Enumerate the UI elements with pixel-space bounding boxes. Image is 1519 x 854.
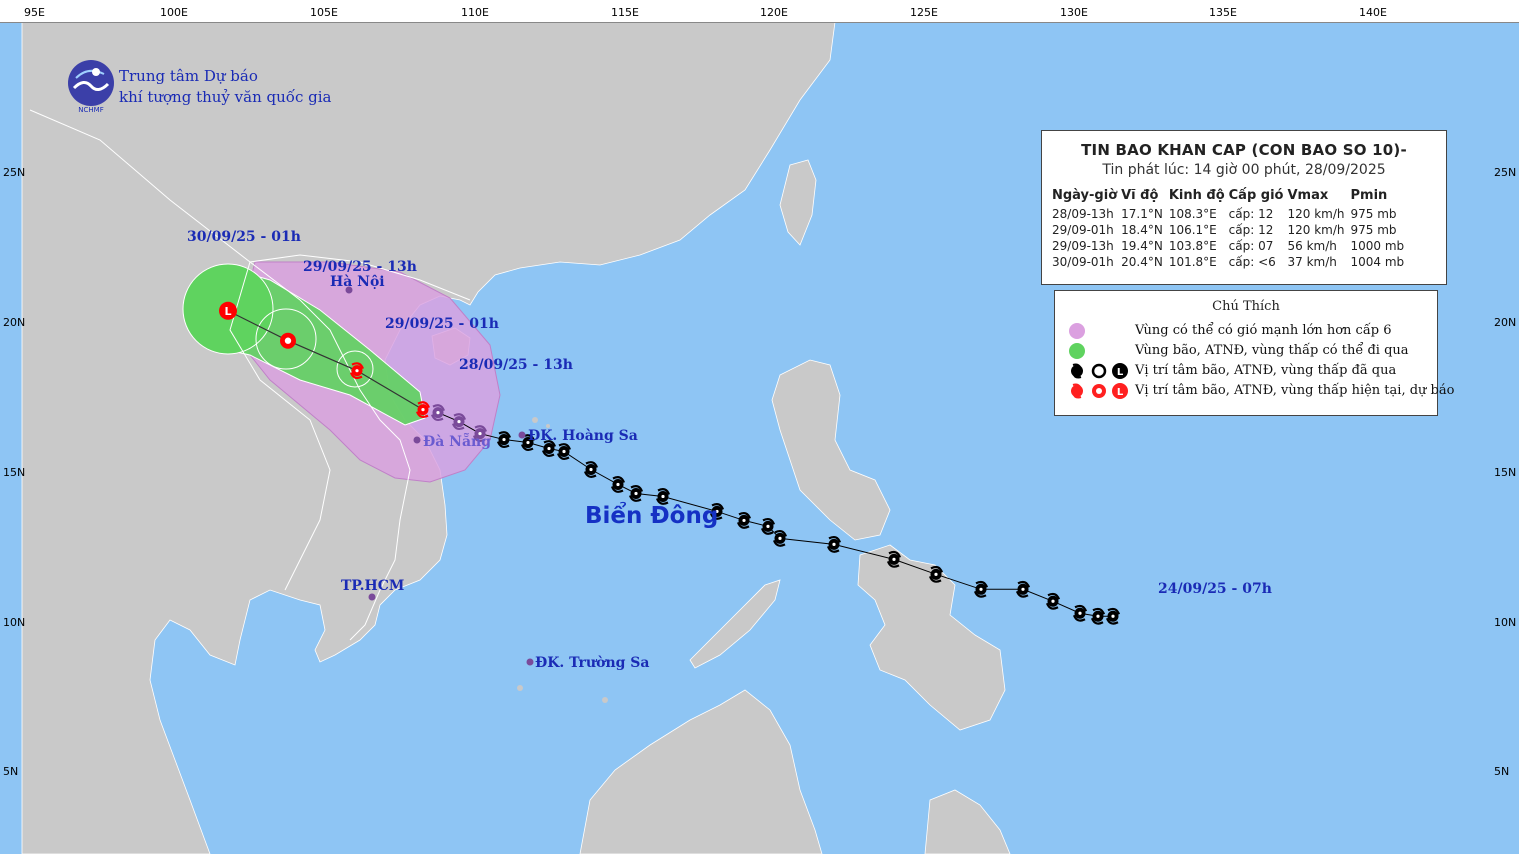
lon-label: 105E [310, 6, 338, 19]
cell: 101.8°E [1168, 255, 1217, 269]
agency-line-2: khí tượng thuỷ văn quốc gia [119, 88, 332, 106]
legend-item-label: Vùng có thể có gió mạnh lớn hơn cấp 6 [1135, 323, 1392, 338]
cell: 108.3°E [1168, 207, 1217, 221]
lon-label: 115E [611, 6, 639, 19]
cell: 29/09-13h [1052, 239, 1114, 253]
legend-title: Chú Thích [1212, 299, 1280, 314]
time-label-24-07h: 24/09/25 - 07h [1158, 581, 1272, 597]
cell: 1004 mb [1350, 255, 1405, 269]
bulletin-box: TIN BAO KHAN CAP (CON BAO SO 10)- Tin ph… [1041, 130, 1447, 285]
lon-label: 140E [1359, 6, 1387, 19]
cell: 18.4°N [1121, 223, 1163, 237]
legend-item-storm-zone: Vùng bão, ATNĐ, vùng thấp có thể đi qua [1055, 341, 1439, 361]
cell: 28/09-13h [1052, 207, 1114, 221]
cell: 30/09-01h [1052, 255, 1114, 269]
legend-item-wind-zone: Vùng có thể có gió mạnh lớn hơn cấp 6 [1055, 321, 1439, 341]
place-ha-noi: Hà Nội [330, 274, 385, 290]
place-hcm: TP.HCM [341, 578, 405, 594]
bulletin-header-row: Ngày-giờ Vĩ độ Kinh độ Cấp gió Vmax Pmin [1052, 188, 1410, 206]
past-storm-symbols-icon: L [1071, 363, 1128, 379]
lon-label: 130E [1060, 6, 1088, 19]
time-label-28-13h: 28/09/25 - 13h [459, 357, 573, 373]
cell: 1000 mb [1350, 239, 1405, 253]
header-cell: Ngày-giờ [1052, 188, 1118, 203]
time-label-29-13h: 29/09/25 - 13h [303, 259, 417, 275]
header-cell: Kinh độ [1168, 188, 1225, 203]
header-cell: Pmin [1350, 188, 1388, 203]
lat-label: 15N [3, 466, 26, 479]
header-cell: Cấp gió [1228, 188, 1284, 203]
table-row: 28/09-13h 17.1°N 108.3°E cấp: 12 120 km/… [1052, 206, 1410, 222]
truong-sa-dot [526, 658, 534, 666]
lon-label: 120E [760, 6, 788, 19]
legend-item-label: Vùng bão, ATNĐ, vùng thấp có thể đi qua [1135, 343, 1409, 358]
pink-circle-icon [1069, 323, 1085, 339]
cell: 975 mb [1350, 223, 1397, 237]
lon-label: 125E [910, 6, 938, 19]
cell: 19.4°N [1121, 239, 1163, 253]
hcm-dot [368, 593, 376, 601]
cell: 120 km/h [1287, 223, 1345, 237]
lat-label: 25N [3, 166, 26, 179]
svg-text:L: L [1117, 367, 1124, 378]
cell: cấp: 07 [1228, 239, 1274, 253]
cell: 20.4°N [1121, 255, 1163, 269]
header-cell: Vmax [1287, 188, 1329, 203]
cell: cấp: <6 [1228, 255, 1276, 269]
lat-label: 10N [3, 616, 26, 629]
green-circle-icon [1069, 343, 1085, 359]
lat-label: 10N [1494, 616, 1517, 629]
lat-label: 20N [1494, 316, 1517, 329]
sea-label: Biển Đông [585, 503, 719, 529]
logo-text: NCHMF [78, 106, 103, 114]
agency-name: Trung tâm Dự báo khí tượng thuỷ văn quốc… [119, 66, 331, 108]
forecast-depression-center [284, 337, 292, 344]
lon-label: 110E [461, 6, 489, 19]
place-da-nang: Đà Nẵng [423, 434, 492, 450]
place-hoang-sa: ĐK. Hoàng Sa [528, 428, 638, 444]
svg-text:L: L [1117, 387, 1124, 398]
cell: 29/09-01h [1052, 223, 1114, 237]
lon-label: 135E [1209, 6, 1237, 19]
nchmf-logo: NCHMF [68, 60, 114, 114]
cell: 17.1°N [1121, 207, 1163, 221]
cell: 37 km/h [1287, 255, 1337, 269]
bulletin-issued: Tin phát lúc: 14 giờ 00 phút, 28/09/2025 [1102, 162, 1386, 178]
header-cell: Vĩ độ [1121, 188, 1159, 203]
lat-label: 5N [3, 765, 19, 778]
cell: cấp: 12 [1228, 207, 1274, 221]
storm-track-map: L [0, 0, 1519, 854]
lat-label: 25N [1494, 166, 1517, 179]
table-row: 29/09-01h 18.4°N 106.1°E cấp: 12 120 km/… [1052, 222, 1410, 238]
legend-item-label: Vị trí tâm bão, ATNĐ, vùng thấp hiện tại… [1135, 383, 1455, 398]
cell: 56 km/h [1287, 239, 1337, 253]
cell: 106.1°E [1168, 223, 1217, 237]
cell: 975 mb [1350, 207, 1397, 221]
cell: cấp: 12 [1228, 223, 1274, 237]
lat-label: 15N [1494, 466, 1517, 479]
lat-label: 20N [3, 316, 26, 329]
legend-box: Chú Thích Vùng có thể có gió mạnh lớn hơ… [1054, 290, 1454, 416]
da-nang-dot [413, 436, 421, 444]
lon-label: 100E [160, 6, 188, 19]
cell: 103.8°E [1168, 239, 1217, 253]
bulletin-title: TIN BAO KHAN CAP (CON BAO SO 10)- [1081, 141, 1407, 159]
place-truong-sa: ĐK. Trường Sa [535, 655, 650, 671]
legend-item-past-position: L Vị trí tâm bão, ATNĐ, vùng thấp đã qua [1055, 361, 1439, 381]
forecast-storm-symbols-icon: L [1071, 383, 1128, 399]
table-row: 29/09-13h 19.4°N 103.8°E cấp: 07 56 km/h… [1052, 238, 1410, 254]
time-label-29-01h: 29/09/25 - 01h [385, 316, 499, 332]
agency-line-1: Trung tâm Dự báo [119, 67, 258, 85]
hoang-sa-dot [518, 431, 526, 439]
table-row: 30/09-01h 20.4°N 101.8°E cấp: <6 37 km/h… [1052, 254, 1410, 270]
lat-label: 5N [1494, 765, 1510, 778]
legend-item-label: Vị trí tâm bão, ATNĐ, vùng thấp đã qua [1135, 363, 1397, 378]
bulletin-table: Ngày-giờ Vĩ độ Kinh độ Cấp gió Vmax Pmin… [1052, 188, 1410, 270]
time-label-30-01h: 30/09/25 - 01h [187, 229, 301, 245]
forecast-low-letter: L [224, 305, 231, 318]
legend-item-forecast-position: L Vị trí tâm bão, ATNĐ, vùng thấp hiện t… [1055, 381, 1454, 401]
cell: 120 km/h [1287, 207, 1345, 221]
longitude-axis: 95E 100E 105E 110E 115E 120E 125E 130E 1… [0, 0, 1519, 23]
lon-label: 95E [24, 6, 45, 19]
